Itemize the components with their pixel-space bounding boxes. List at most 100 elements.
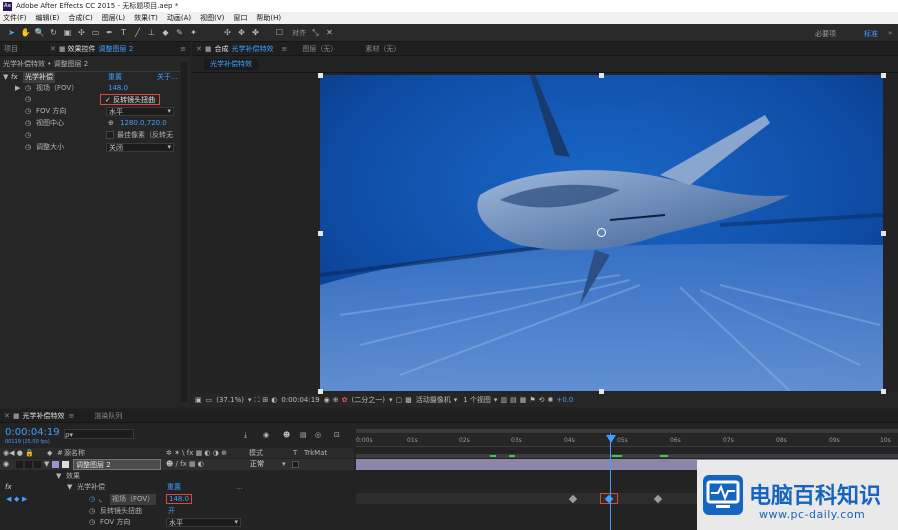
composition-viewer[interactable] bbox=[320, 75, 883, 391]
frame-blending-icon[interactable]: ▤ bbox=[300, 430, 307, 441]
timeline-current-time[interactable]: 0:00:04:19 bbox=[5, 427, 60, 439]
layer-visibility-icon[interactable]: ◉ bbox=[3, 459, 9, 470]
toggle-pixel-icon[interactable]: ▥ bbox=[500, 396, 507, 404]
menu-effect[interactable]: 效果(T) bbox=[134, 13, 158, 23]
selection-icon[interactable]: ➤ bbox=[6, 27, 17, 38]
tab-footage[interactable]: 素材（无） bbox=[365, 44, 400, 54]
motion-blur-icon[interactable]: ◎ bbox=[315, 430, 321, 441]
puppet-pin-icon[interactable]: ✦ bbox=[188, 27, 199, 38]
eraser-icon[interactable]: ◆ bbox=[160, 27, 171, 38]
snapshot-icon[interactable]: ◉ bbox=[324, 396, 330, 404]
layer-handle-tr[interactable] bbox=[881, 73, 886, 78]
fov-stopwatch-icon[interactable]: ◷ bbox=[25, 83, 31, 94]
tab-composition-name[interactable]: 光学补偿特效 bbox=[232, 44, 274, 54]
draft-3d-icon[interactable]: ◉ bbox=[263, 430, 269, 441]
transparency-grid-icon[interactable]: ▩ bbox=[405, 396, 412, 404]
graph-editor-icon[interactable]: ⊡ bbox=[334, 430, 340, 441]
prev-keyframe-icon[interactable]: ◀ bbox=[6, 494, 11, 505]
pan-icon[interactable]: ✣ bbox=[76, 27, 87, 38]
layer-handle-tm[interactable] bbox=[599, 73, 604, 78]
snap-checkbox-icon[interactable]: ☐ bbox=[274, 27, 285, 38]
flowchart-icon[interactable]: ⚑ bbox=[529, 396, 535, 404]
panel-menu-icon[interactable]: ≡ bbox=[180, 45, 186, 53]
exposure-value[interactable]: +0.0 bbox=[556, 396, 573, 404]
resize-stopwatch-icon[interactable]: ◷ bbox=[25, 142, 31, 153]
mode-chevron-icon[interactable]: ▾ bbox=[282, 459, 286, 470]
fov-stopwatch-active-icon[interactable]: ◷ bbox=[89, 494, 95, 505]
brush-icon[interactable]: ╱ bbox=[132, 27, 143, 38]
comp-mini-flowchart-icon[interactable]: ⤓ bbox=[244, 430, 247, 441]
effect-name[interactable]: 光学补偿 bbox=[23, 72, 55, 83]
reset-exposure-icon[interactable]: ⟲ bbox=[539, 396, 545, 404]
fast-previews-icon[interactable]: ▤ bbox=[510, 396, 517, 404]
layer-solo-box[interactable] bbox=[25, 461, 32, 468]
tab-layer[interactable]: 图层（无） bbox=[302, 44, 337, 54]
menu-layer[interactable]: 图层(L) bbox=[102, 13, 125, 23]
roi-icon[interactable]: ▢ bbox=[395, 396, 402, 404]
layer-handle-ml[interactable] bbox=[318, 231, 323, 236]
reverse-stopwatch-tl-icon[interactable]: ◷ bbox=[89, 506, 95, 517]
reverse-distortion-checkbox[interactable]: ✓ 反转镜头扭曲 bbox=[100, 94, 161, 105]
optimal-pixels-stopwatch-icon[interactable]: ◷ bbox=[25, 130, 31, 141]
layer-handle-tl[interactable] bbox=[318, 73, 323, 78]
timeline-tab-close-icon[interactable]: ✕ bbox=[4, 412, 10, 420]
col-t[interactable]: T bbox=[293, 448, 297, 458]
axis-view-icon[interactable]: ✤ bbox=[250, 27, 261, 38]
roto-brush-icon[interactable]: ✎ bbox=[174, 27, 185, 38]
tab-close-icon[interactable]: ✕ bbox=[50, 45, 56, 53]
timeline-menu-icon[interactable]: ≡ bbox=[69, 412, 75, 420]
timeline-lock-icon[interactable]: ■ bbox=[13, 412, 20, 420]
type-icon[interactable]: T bbox=[118, 27, 129, 38]
view-layout-dropdown[interactable]: 1 个视图 bbox=[463, 395, 491, 405]
optimal-pixels-checkbox[interactable] bbox=[106, 131, 114, 139]
fx-icon[interactable]: fx bbox=[11, 72, 18, 83]
menu-file[interactable]: 文件(F) bbox=[3, 13, 27, 23]
comp-lock-icon[interactable]: ■ bbox=[205, 45, 212, 53]
col-mode[interactable]: 模式 bbox=[249, 448, 263, 458]
fit-icon[interactable]: ⛶ bbox=[254, 396, 259, 405]
view-center-value[interactable]: 1280.0,720.0 bbox=[120, 118, 167, 129]
axis-world-icon[interactable]: ✥ bbox=[236, 27, 247, 38]
fov-direction-stopwatch-icon[interactable]: ◷ bbox=[25, 106, 31, 117]
resolution-chevron-icon[interactable]: ▾ bbox=[389, 396, 393, 404]
tab-project[interactable]: 项目 bbox=[4, 44, 18, 54]
camera-chevron-icon[interactable]: ▾ bbox=[454, 396, 458, 404]
workspace-menu-icon[interactable]: » bbox=[888, 29, 892, 37]
timeline-fov-dir-dropdown[interactable]: 水平 bbox=[166, 518, 241, 527]
menu-help[interactable]: 帮助(H) bbox=[256, 13, 281, 23]
view-center-stopwatch-icon[interactable]: ◷ bbox=[25, 118, 31, 129]
3d-view-dropdown[interactable]: 活动摄像机 bbox=[416, 395, 451, 405]
effect-expand-icon[interactable]: ▼ bbox=[3, 72, 8, 83]
work-area-bar[interactable] bbox=[356, 429, 898, 433]
timeline-reverse-value[interactable]: 开 bbox=[168, 506, 175, 517]
graph-icon[interactable]: ⌞ bbox=[99, 494, 102, 505]
timeline-search-input[interactable]: ρ▾ bbox=[64, 429, 134, 439]
axis-local-icon[interactable]: ✣ bbox=[222, 27, 233, 38]
clone-stamp-icon[interactable]: ⊥ bbox=[146, 27, 157, 38]
menu-view[interactable]: 视图(V) bbox=[200, 13, 224, 23]
layer-handle-bm[interactable] bbox=[599, 389, 604, 394]
fov-expand-icon[interactable]: ▶ bbox=[15, 83, 20, 94]
layer-handle-mr[interactable] bbox=[881, 231, 886, 236]
magnification-dropdown[interactable]: (37.1%) bbox=[216, 396, 244, 404]
timeline-effect-more[interactable]: ... bbox=[236, 482, 243, 493]
anchor-point-icon[interactable] bbox=[597, 228, 606, 237]
menu-edit[interactable]: 编辑(E) bbox=[36, 13, 60, 23]
menu-window[interactable]: 窗口 bbox=[233, 13, 247, 23]
layer-mode-dropdown[interactable]: 正常 bbox=[250, 459, 264, 470]
preserve-transparency-box[interactable] bbox=[292, 461, 299, 468]
fov-dir-stopwatch-tl-icon[interactable]: ◷ bbox=[89, 517, 95, 528]
hand-icon[interactable]: ✋ bbox=[20, 27, 31, 38]
timeline-fov-value[interactable]: 148.0 bbox=[166, 494, 193, 504]
layer-expand-icon[interactable]: ▼ bbox=[44, 459, 49, 470]
col-source-name[interactable]: 源名称 bbox=[64, 448, 85, 458]
grid-icon[interactable]: ⊞ bbox=[262, 396, 268, 404]
timeline-effect-reset[interactable]: 重置 bbox=[167, 482, 181, 493]
layer-switches-icons[interactable]: ☻ / fx ▦ ◐ bbox=[166, 459, 204, 470]
timeline-icon[interactable]: ▦ bbox=[520, 396, 527, 404]
effects-expand-icon[interactable]: ▼ bbox=[56, 471, 61, 482]
playhead-handle[interactable] bbox=[606, 435, 616, 443]
mask-icon[interactable]: ◐ bbox=[271, 396, 277, 404]
view-center-crosshair-icon[interactable]: ⊕ bbox=[108, 118, 114, 129]
comp-menu-icon[interactable]: ≡ bbox=[282, 45, 288, 53]
